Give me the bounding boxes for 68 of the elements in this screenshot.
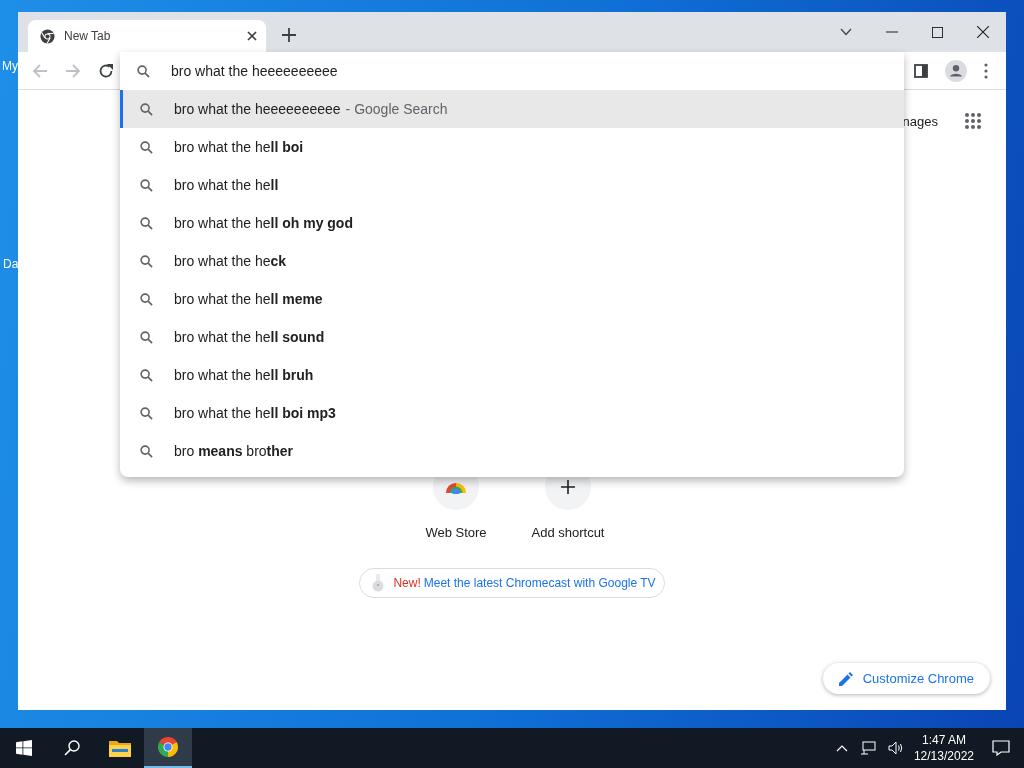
windows-logo-icon bbox=[16, 740, 32, 756]
suggestion-item[interactable]: bro what the hell oh my god bbox=[120, 204, 904, 242]
suggestion-item[interactable]: bro what the hell meme bbox=[120, 280, 904, 318]
search-icon bbox=[64, 740, 80, 756]
new-tab-icon[interactable] bbox=[282, 28, 296, 42]
search-icon bbox=[140, 102, 153, 116]
pencil-icon bbox=[838, 671, 853, 686]
apps-grid-icon[interactable] bbox=[964, 112, 982, 130]
search-icon bbox=[140, 406, 153, 420]
shortcut-label: Add shortcut bbox=[531, 525, 605, 540]
suggestion-text: bro what the heeeeeeeeee bbox=[174, 101, 341, 117]
customize-chrome-button[interactable]: Customize Chrome bbox=[822, 663, 990, 694]
suggestion-item[interactable]: bro what the hell sound bbox=[120, 318, 904, 356]
notification-icon[interactable] bbox=[992, 740, 1010, 756]
suggestion-item[interactable]: bro what the hell boi bbox=[120, 128, 904, 166]
browser-tab[interactable]: New Tab bbox=[28, 20, 266, 52]
suggestion-text: bro what the hell meme bbox=[174, 291, 323, 307]
search-icon bbox=[140, 330, 153, 344]
promo-text: Meet the latest Chromecast with Google TV bbox=[423, 576, 656, 590]
desktop-icon-label: My bbox=[2, 59, 18, 73]
folder-icon bbox=[109, 739, 131, 757]
suggestion-item[interactable]: bro what the heck bbox=[120, 242, 904, 280]
browser-logo-icon bbox=[40, 28, 55, 44]
search-icon bbox=[140, 216, 153, 230]
taskbar-app-button[interactable] bbox=[144, 728, 192, 768]
chrome-logo-icon bbox=[157, 736, 179, 758]
close-icon[interactable] bbox=[247, 31, 257, 41]
suggestion-text: bro what the hell bruh bbox=[174, 367, 314, 383]
address-field[interactable]: bro what the heeeeeeeeee bbox=[171, 63, 904, 79]
tab-title: New Tab bbox=[64, 29, 112, 43]
search-icon bbox=[140, 178, 153, 192]
suggestion-text: bro what the hell sound bbox=[174, 329, 325, 345]
suggestion-text: bro what the heck bbox=[174, 253, 287, 269]
search-icon bbox=[140, 292, 153, 306]
search-icon bbox=[140, 444, 153, 458]
desktop-icon-label: Da bbox=[3, 257, 19, 271]
menu-icon[interactable] bbox=[984, 62, 988, 79]
reload-icon[interactable] bbox=[98, 62, 114, 79]
search-icon bbox=[140, 368, 153, 382]
suggestion-suffix: - Google Search bbox=[345, 101, 448, 117]
suggestion-text: bro what the hell boi mp3 bbox=[174, 405, 336, 421]
suggestion-item[interactable]: bro what the hell bruh bbox=[120, 356, 904, 394]
clock-time[interactable]: 1:47 AM bbox=[921, 732, 966, 748]
network-icon[interactable] bbox=[859, 741, 876, 755]
search-icon bbox=[137, 64, 150, 78]
suggestion-item[interactable]: bro what the hell boi mp3 bbox=[120, 394, 904, 432]
maximize-icon[interactable] bbox=[932, 26, 943, 38]
volume-icon[interactable] bbox=[887, 741, 904, 755]
suggestion-text: bro means brother bbox=[174, 443, 294, 459]
chromecast-device-icon bbox=[372, 574, 385, 592]
chevron-up-icon[interactable] bbox=[835, 744, 848, 752]
suggestion-text: bro what the hell boi bbox=[174, 139, 304, 155]
chevron-down-icon[interactable] bbox=[840, 28, 852, 36]
suggestion-item[interactable]: bro means brother bbox=[120, 432, 904, 470]
suggestion-item[interactable]: bro what the hell bbox=[120, 166, 904, 204]
promo-new-label: New! bbox=[393, 576, 421, 590]
side-panel-icon[interactable] bbox=[914, 63, 928, 78]
close-icon[interactable] bbox=[977, 26, 989, 38]
web-store-icon bbox=[445, 480, 467, 494]
search-icon bbox=[140, 140, 153, 154]
suggestion-item[interactable]: bro what the heeeeeeeeee - Google Search bbox=[120, 90, 904, 128]
profile-avatar-icon[interactable] bbox=[945, 59, 967, 82]
shortcut-label: Web Store bbox=[425, 525, 487, 540]
plus-icon bbox=[561, 480, 575, 494]
suggestion-text: bro what the hell oh my god bbox=[174, 215, 353, 231]
suggestion-text: bro what the hell bbox=[174, 177, 279, 193]
clock-date[interactable]: 12/13/2022 bbox=[913, 748, 974, 764]
search-icon bbox=[140, 254, 153, 268]
